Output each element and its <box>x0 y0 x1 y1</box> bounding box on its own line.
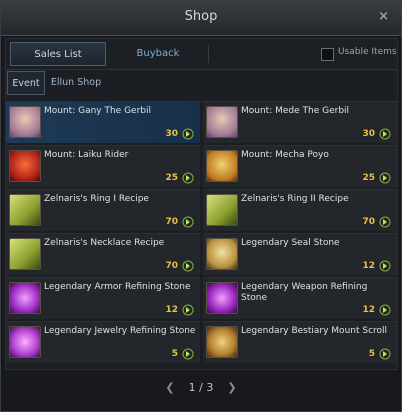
shop-item[interactable]: Legendary Bestiary Mount Scroll 5 <box>203 321 397 363</box>
currency-icon <box>182 128 194 140</box>
next-page-icon[interactable]: ❯ <box>227 381 236 394</box>
subtab-ellun-shop[interactable]: Ellun Shop <box>46 71 106 95</box>
item-name: Legendary Seal Stone <box>241 238 340 248</box>
item-price: 70 <box>165 217 178 227</box>
shop-item[interactable]: Legendary Armor Refining Stone 12 <box>6 277 200 319</box>
usable-items-checkbox[interactable] <box>321 48 334 61</box>
shop-window: Shop × Sales List Buyback Usable Items E… <box>0 0 402 412</box>
page-separator: / <box>199 381 203 394</box>
tab-sales-list[interactable]: Sales List <box>10 42 106 66</box>
currency-icon <box>182 172 194 184</box>
item-price: 5 <box>171 349 178 359</box>
item-name: Legendary Weapon Refining Stone <box>241 282 368 303</box>
currency-icon <box>379 348 391 360</box>
mecha-poyo-icon <box>206 150 238 182</box>
shop-item[interactable]: Zelnaris's Ring I Recipe 70 <box>6 189 200 231</box>
item-name: Mount: Mecha Poyo <box>241 150 329 160</box>
total-pages: 3 <box>206 381 214 394</box>
item-name: Mount: Gany The Gerbil <box>44 106 152 116</box>
currency-icon <box>379 128 391 140</box>
currency-icon <box>182 304 194 316</box>
item-name: Mount: Mede The Gerbil <box>241 106 350 116</box>
shop-item[interactable]: Mount: Mecha Poyo 25 <box>203 145 397 187</box>
item-price: 12 <box>165 305 178 315</box>
recipe-scroll-icon <box>9 194 41 226</box>
weapon-refining-stone-icon <box>206 282 238 314</box>
tab-divider <box>208 45 209 63</box>
currency-icon <box>182 260 194 272</box>
shop-item[interactable]: Legendary Weapon Refining Stone 12 <box>203 277 397 319</box>
item-price: 70 <box>362 217 375 227</box>
item-name: Zelnaris's Ring I Recipe <box>44 194 149 204</box>
armor-refining-stone-icon <box>9 282 41 314</box>
currency-icon <box>379 216 391 228</box>
shop-item[interactable]: Mount: Gany The Gerbil 30 <box>6 101 200 143</box>
currency-icon <box>182 348 194 360</box>
usable-items-label[interactable]: Usable Items <box>338 47 397 57</box>
gerbil-mount-icon <box>206 106 238 138</box>
close-button[interactable]: × <box>378 9 389 24</box>
main-tab-bar: Sales List Buyback Usable Items <box>6 39 397 70</box>
shop-item[interactable]: Legendary Jewelry Refining Stone 5 <box>6 321 200 363</box>
window-title: Shop <box>184 9 218 24</box>
shop-item[interactable]: Mount: Laiku Rider 25 <box>6 145 200 187</box>
item-price: 70 <box>165 261 178 271</box>
item-price: 12 <box>362 261 375 271</box>
item-name: Legendary Jewelry Refining Stone <box>44 326 196 336</box>
shop-item[interactable]: Zelnaris's Ring II Recipe 70 <box>203 189 397 231</box>
shop-item[interactable]: Mount: Mede The Gerbil 30 <box>203 101 397 143</box>
seal-stone-icon <box>206 238 238 270</box>
currency-icon <box>379 172 391 184</box>
item-price: 5 <box>368 349 375 359</box>
item-name: Legendary Armor Refining Stone <box>44 282 191 292</box>
item-price: 30 <box>165 129 178 139</box>
recipe-scroll-icon <box>206 194 238 226</box>
pagination: ❮ 1 / 3 ❯ <box>1 381 401 394</box>
shop-item[interactable]: Legendary Seal Stone 12 <box>203 233 397 275</box>
tab-buyback[interactable]: Buyback <box>110 42 206 66</box>
gerbil-mount-icon <box>9 106 41 138</box>
item-name: Zelnaris's Necklace Recipe <box>44 238 165 248</box>
subtab-event[interactable]: Event <box>7 71 45 95</box>
current-page: 1 <box>188 381 196 394</box>
item-price: 25 <box>165 173 178 183</box>
jewelry-refining-stone-icon <box>9 326 41 358</box>
bestiary-scroll-icon <box>206 326 238 358</box>
shop-panel: Sales List Buyback Usable Items Event El… <box>5 38 398 370</box>
item-name: Mount: Laiku Rider <box>44 150 129 160</box>
item-price: 12 <box>362 305 375 315</box>
currency-icon <box>182 216 194 228</box>
title-bar[interactable]: Shop × <box>1 1 401 36</box>
currency-icon <box>379 260 391 272</box>
item-name: Legendary Bestiary Mount Scroll <box>241 326 388 336</box>
sub-tab-bar: Event Ellun Shop <box>6 71 397 97</box>
currency-icon <box>379 304 391 316</box>
item-name: Zelnaris's Ring II Recipe <box>241 194 349 204</box>
prev-page-icon[interactable]: ❮ <box>165 381 174 394</box>
item-price: 30 <box>362 129 375 139</box>
recipe-scroll-icon <box>9 238 41 270</box>
item-price: 25 <box>362 173 375 183</box>
laiku-rider-icon <box>9 150 41 182</box>
shop-item[interactable]: Zelnaris's Necklace Recipe 70 <box>6 233 200 275</box>
